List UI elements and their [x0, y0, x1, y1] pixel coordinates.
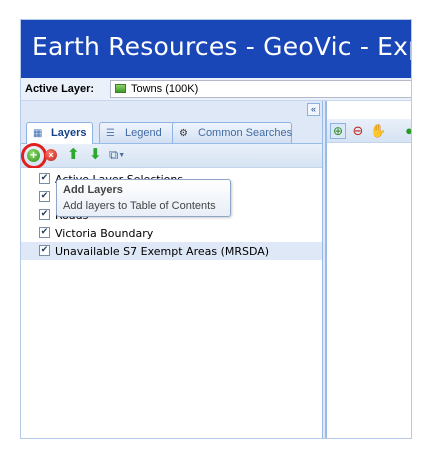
tab-layers-label: Layers: [51, 127, 87, 139]
layer-checkbox[interactable]: ✔: [39, 191, 50, 202]
next-extent-button[interactable]: ●: [401, 123, 411, 139]
active-layer-bar: Active Layer: Towns (100K): [21, 78, 411, 101]
tab-common-searches-label: Common Searches: [198, 127, 293, 139]
layer-options-button[interactable]: ⧉▼: [109, 148, 133, 162]
layer-icon: [115, 84, 126, 93]
layers-icon: ▦: [33, 128, 43, 139]
layer-checkbox[interactable]: ✔: [39, 209, 50, 220]
app-window: Earth Resources - GeoVic - Explore Activ…: [20, 19, 412, 439]
title-bar: Earth Resources - GeoVic - Explore: [21, 20, 411, 78]
layer-label: Unavailable S7 Exempt Areas (MRSDA): [55, 245, 270, 258]
active-layer-value: Towns (100K): [131, 83, 199, 95]
layer-checkbox[interactable]: ✔: [39, 245, 50, 256]
layer-options-icon: ⧉: [109, 147, 119, 162]
tab-layers[interactable]: ▦ Layers: [26, 122, 93, 144]
dropdown-caret-icon: ▼: [118, 152, 126, 159]
zoom-out-button[interactable]: ⊖: [350, 123, 366, 139]
tooltip-body: Add layers to Table of Contents: [63, 200, 216, 212]
collapse-panel-button[interactable]: «: [307, 103, 320, 116]
active-layer-label: Active Layer:: [25, 83, 95, 95]
layer-checkbox[interactable]: ✔: [39, 173, 50, 184]
tooltip: Add Layers Add layers to Table of Conten…: [56, 179, 231, 217]
collapse-icon: «: [310, 104, 316, 114]
layer-row[interactable]: ✔ Victoria Boundary: [21, 224, 322, 242]
binoculars-icon: ⚙: [179, 128, 188, 139]
legend-icon: ☰: [106, 128, 115, 139]
tab-legend-label: Legend: [125, 127, 162, 139]
add-layers-button[interactable]: +: [27, 149, 40, 162]
pan-button[interactable]: ✋: [370, 123, 386, 139]
move-down-button[interactable]: ⬇: [89, 147, 103, 162]
panel-header: «: [21, 101, 322, 120]
layers-toolbar: + × ⬆ ⬇ ⧉▼: [21, 143, 322, 169]
layer-checkbox[interactable]: ✔: [39, 227, 50, 238]
map-panel: ⊕ ⊖ ✋ ●: [326, 101, 411, 438]
tooltip-title: Add Layers: [63, 184, 123, 196]
tab-common-searches[interactable]: ⚙ Common Searches: [172, 122, 292, 143]
tab-strip: ▦ Layers ☰ Legend ⚙ Common Searches: [21, 119, 322, 144]
layer-row-selected[interactable]: ✔ Unavailable S7 Exempt Areas (MRSDA): [21, 242, 322, 260]
zoom-in-button[interactable]: ⊕: [330, 123, 346, 139]
map-toolbar: ⊕ ⊖ ✋ ●: [327, 119, 411, 143]
layers-panel: « ▦ Layers ☰ Legend ⚙ Common Searches + …: [21, 101, 322, 438]
active-layer-select[interactable]: Towns (100K): [110, 80, 411, 98]
layer-label: Victoria Boundary: [55, 227, 154, 240]
remove-layer-button[interactable]: ×: [45, 149, 57, 161]
app-title: Earth Resources - GeoVic - Explore: [32, 32, 411, 61]
move-up-button[interactable]: ⬆: [67, 147, 81, 162]
